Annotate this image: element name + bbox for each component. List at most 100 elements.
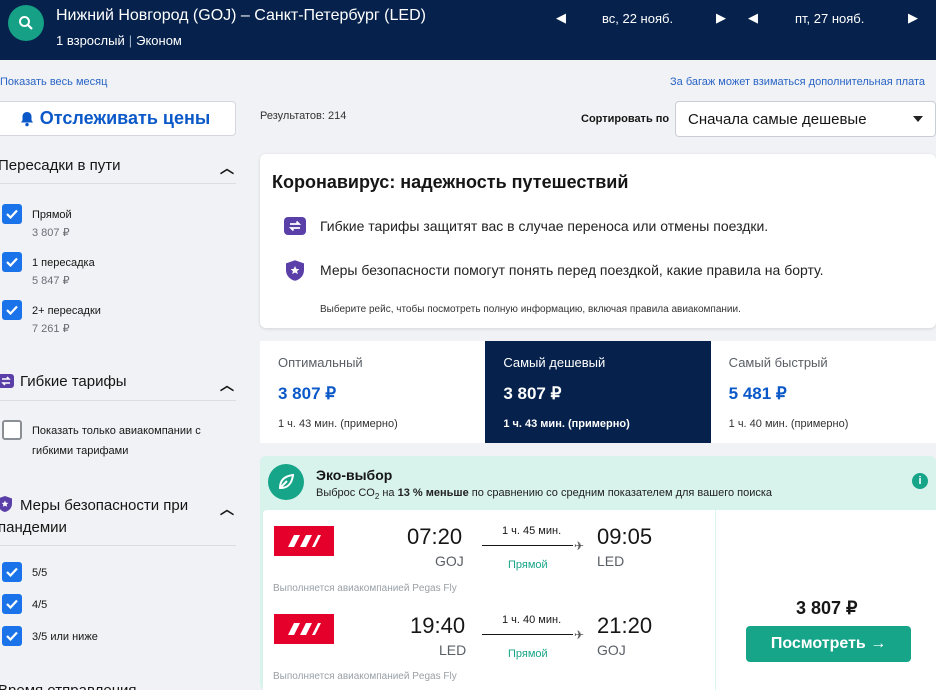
next-return-date-arrow[interactable]: ▶ xyxy=(908,10,918,26)
leg1-dep-time: 07:20 xyxy=(407,524,463,549)
tab-fastest[interactable]: Самый быстрый 5 481 ₽ 1 ч. 40 мин. (прим… xyxy=(710,341,936,443)
tab-duration: 1 ч. 43 мин. (примерно) xyxy=(278,418,398,430)
show-month-link[interactable]: Показать весь месяц xyxy=(0,76,107,88)
safety-4-checkbox[interactable] xyxy=(2,594,22,614)
eco-sub-bold: 13 % меньше xyxy=(397,487,469,499)
divider xyxy=(0,545,236,546)
prev-return-date-arrow[interactable]: ◀ xyxy=(748,10,758,26)
stops-direct-price: 3 807 ₽ xyxy=(32,227,70,239)
departure-time-filter-title[interactable]: Время отправления xyxy=(0,682,137,690)
check-icon xyxy=(6,567,18,577)
tab-optimal[interactable]: Оптимальный 3 807 ₽ 1 ч. 43 мин. (пример… xyxy=(260,341,486,443)
flexible-only-label-line1: Показать только авиакомпании с xyxy=(32,425,201,437)
sort-value: Сначала самые дешевые xyxy=(688,110,867,128)
tab-price: 5 481 ₽ xyxy=(728,384,787,403)
leg2-duration: 1 ч. 40 мин. xyxy=(502,614,562,626)
stops-direct-label: Прямой xyxy=(32,209,72,221)
leg2-route-line xyxy=(482,634,573,635)
view-deal-button[interactable]: Посмотреть → xyxy=(746,626,911,662)
price-panel: 3 807 ₽ xyxy=(716,510,936,690)
prev-depart-date-arrow[interactable]: ◀ xyxy=(556,10,566,26)
shield-icon xyxy=(284,259,306,281)
check-icon xyxy=(6,305,18,315)
leg2-arr-time: 21:20 xyxy=(597,613,653,638)
search-button[interactable] xyxy=(8,5,44,41)
safety-5-label: 5/5 xyxy=(32,567,48,579)
tab-price: 3 807 ₽ xyxy=(503,384,562,403)
stops-two-plus-price: 7 261 ₽ xyxy=(32,323,70,335)
leg2-operator: Выполняется авиакомпанией Pegas Fly xyxy=(273,671,457,682)
eco-sub-pre: Выброс CO xyxy=(316,487,375,499)
sort-label: Сортировать по xyxy=(581,113,670,125)
tab-duration: 1 ч. 43 мин. (примерно) xyxy=(503,418,630,430)
route-title[interactable]: Нижний Новгород (GOJ) – Санкт-Петербург … xyxy=(56,7,426,25)
tab-title: Самый дешевый xyxy=(503,355,606,370)
return-date[interactable]: пт, 27 нояб. xyxy=(795,11,864,26)
stops-filter-title[interactable]: Пересадки в пути xyxy=(0,157,121,174)
eco-title: Эко-выбор xyxy=(316,467,393,483)
covid-safety-line: Меры безопасности помогут понять перед п… xyxy=(284,259,824,281)
eco-subtitle: Выброс CO2 на 13 % меньше по сравнению с… xyxy=(316,487,772,501)
safety-5-checkbox[interactable] xyxy=(2,562,22,582)
stops-two-plus-label: 2+ пересадки xyxy=(32,305,101,317)
shield-icon xyxy=(0,496,12,517)
flexible-fare-icon xyxy=(284,215,306,237)
track-prices-button[interactable]: Отслеживать цены xyxy=(0,101,236,136)
chevron-up-icon[interactable]: ︿ xyxy=(220,499,234,519)
safety-filter-title-line1[interactable]: Меры безопасности при xyxy=(20,497,188,514)
flight-result-card[interactable]: 07:20 GOJ 1 ч. 45 мин. ✈ Прямой 09:05 LE… xyxy=(263,510,715,690)
leaf-icon xyxy=(268,464,304,500)
flexible-only-checkbox[interactable] xyxy=(2,420,22,440)
safety-filter-title-line2[interactable]: пандемии xyxy=(0,519,67,536)
info-icon[interactable]: i xyxy=(912,473,928,489)
flexible-only-label-line2: гибкими тарифами xyxy=(32,445,129,457)
flexible-filter-title[interactable]: Гибкие тарифы xyxy=(20,373,127,390)
check-icon xyxy=(6,257,18,267)
flexible-fare-icon xyxy=(0,374,14,393)
eco-sub-mid: на xyxy=(379,487,398,499)
leg2-dep-time: 19:40 xyxy=(410,613,466,638)
chevron-up-icon[interactable]: ︿ xyxy=(220,158,234,178)
leg1-dep-code: GOJ xyxy=(435,553,464,569)
baggage-fee-link[interactable]: За багаж может взиматься дополнительная … xyxy=(670,76,936,88)
next-depart-date-arrow[interactable]: ▶ xyxy=(716,10,726,26)
check-icon xyxy=(6,209,18,219)
covid-flex-line: Гибкие тарифы защитят вас в случае перен… xyxy=(284,215,768,237)
leg1-duration: 1 ч. 45 мин. xyxy=(502,525,562,537)
pax-separator: | xyxy=(128,33,133,48)
depart-date[interactable]: вс, 22 нояб. xyxy=(602,11,673,26)
tab-price: 3 807 ₽ xyxy=(278,384,337,403)
sort-select[interactable]: Сначала самые дешевые xyxy=(675,101,936,137)
caret-down-icon xyxy=(913,116,923,122)
leg1-operator: Выполняется авиакомпанией Pegas Fly xyxy=(273,583,457,594)
leg2-stops: Прямой xyxy=(508,648,548,660)
eco-sub-post: по сравнению со средним показателем для … xyxy=(468,487,773,499)
passenger-summary[interactable]: 1 взрослый | Эконом xyxy=(56,33,182,48)
check-icon xyxy=(6,599,18,609)
stops-one-checkbox[interactable] xyxy=(2,252,22,272)
safety-3-checkbox[interactable] xyxy=(2,626,22,646)
airline-logo xyxy=(274,526,334,556)
sort-tabs: Оптимальный 3 807 ₽ 1 ч. 43 мин. (пример… xyxy=(260,341,936,443)
stops-direct-checkbox[interactable] xyxy=(2,204,22,224)
leg2-arr-code: GOJ xyxy=(597,642,626,658)
results-count: Результатов: 214 xyxy=(260,110,347,122)
tab-duration: 1 ч. 40 мин. (примерно) xyxy=(728,418,849,430)
search-icon xyxy=(19,16,33,30)
tab-title: Оптимальный xyxy=(278,355,363,370)
safety-4-label: 4/5 xyxy=(32,599,48,611)
flight-price: 3 807 ₽ xyxy=(796,598,858,618)
stops-one-label: 1 пересадка xyxy=(32,257,95,269)
covid-info-card: Коронавирус: надежность путешествий Гибк… xyxy=(260,154,936,328)
leg2-dep-code: LED xyxy=(439,642,467,658)
stops-two-plus-checkbox[interactable] xyxy=(2,300,22,320)
airplane-icon: ✈ xyxy=(574,539,585,553)
covid-note: Выберите рейс, чтобы посмотреть полную и… xyxy=(320,304,741,315)
leg1-arr-time: 09:05 xyxy=(597,524,653,549)
tab-cheapest[interactable]: Самый дешевый 3 807 ₽ 1 ч. 43 мин. (прим… xyxy=(485,341,711,443)
leg1-arr-code: LED xyxy=(597,553,625,569)
chevron-up-icon[interactable]: ︿ xyxy=(220,375,234,395)
check-icon xyxy=(6,631,18,641)
covid-safety-text: Меры безопасности помогут понять перед п… xyxy=(320,262,824,278)
leg1-route-line xyxy=(482,545,573,546)
